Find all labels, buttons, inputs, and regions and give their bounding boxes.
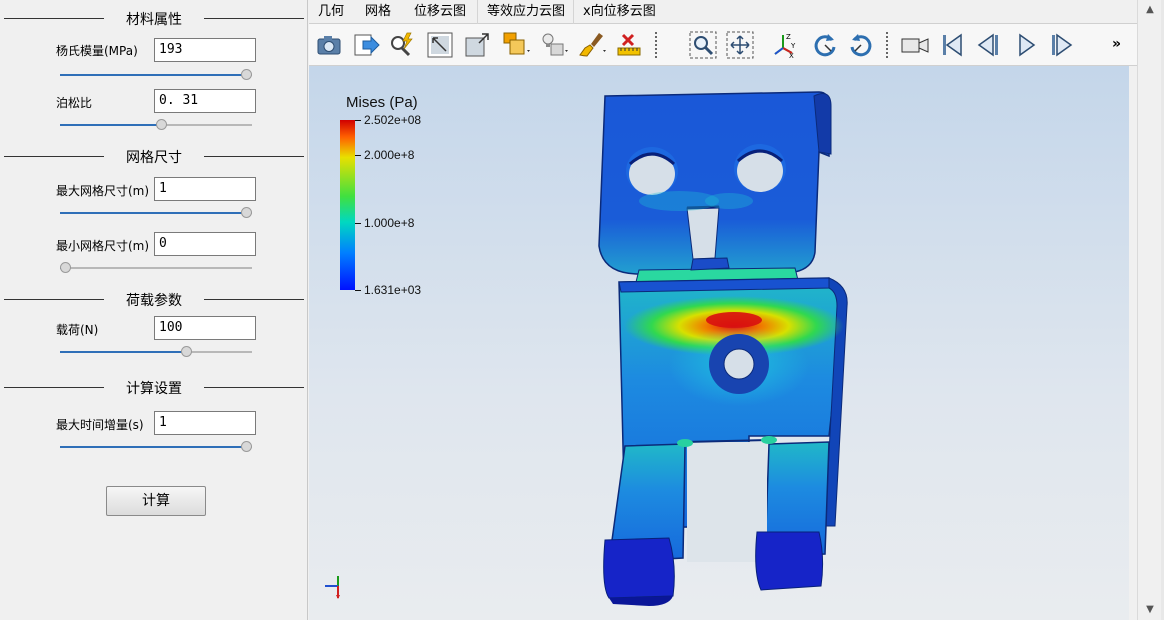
legend-color-bar — [340, 120, 355, 290]
legend-tick-label-max: 2.502e+08 — [364, 113, 422, 127]
first-frame-icon[interactable] — [937, 30, 967, 60]
legend-tick-label-2e8: 2.000e+8 — [364, 148, 415, 162]
legend-tick — [355, 290, 361, 291]
svg-text:Z: Z — [786, 33, 791, 41]
svg-text:Y: Y — [790, 42, 796, 50]
slider-handle[interactable] — [241, 69, 252, 80]
rotate-cw-icon[interactable] — [810, 30, 840, 60]
load-slider[interactable] — [60, 346, 252, 358]
tab-mesh[interactable]: 网格 — [356, 0, 400, 24]
max-time-increment-input[interactable]: 1 — [154, 411, 256, 435]
rotate-ccw-icon[interactable] — [846, 30, 876, 60]
group-material: 材料属性 — [4, 9, 304, 29]
youngs-modulus-label: 杨氏模量(MPa) — [56, 44, 138, 58]
tab-equivalent-stress[interactable]: 等效应力云图 — [477, 0, 574, 24]
scroll-down-arrow[interactable]: ▼ — [1144, 604, 1156, 616]
youngs-modulus-slider[interactable] — [60, 69, 252, 81]
svg-text:X: X — [789, 52, 794, 60]
tab-displacement[interactable]: 位移云图 — [405, 0, 475, 24]
tab-geometry[interactable]: 几何 — [309, 0, 353, 24]
min-mesh-size-slider[interactable] — [60, 262, 252, 274]
vertical-scrollbar[interactable]: ▲ ▼ — [1137, 0, 1161, 620]
slider-handle[interactable] — [241, 207, 252, 218]
3d-viewport[interactable]: Mises (Pa) 2.502e+08 2.000e+8 1.000e+8 1… — [309, 66, 1129, 620]
axis-triad-icon — [325, 576, 340, 599]
prev-frame-icon[interactable] — [973, 30, 1003, 60]
brush-icon[interactable] — [577, 30, 607, 60]
max-mesh-size-slider[interactable] — [60, 207, 252, 219]
min-mesh-size-label: 最小网格尺寸(m) — [56, 239, 150, 253]
slider-handle[interactable] — [60, 262, 71, 273]
legend-tick — [355, 120, 361, 121]
legend-tick-label-1e8: 1.000e+8 — [364, 216, 415, 230]
toolbar-separator — [655, 32, 657, 58]
play-icon[interactable] — [1011, 30, 1041, 60]
scroll-up-arrow[interactable]: ▲ — [1144, 4, 1156, 16]
poisson-ratio-slider[interactable] — [60, 119, 252, 131]
export-arrow-icon[interactable] — [351, 30, 381, 60]
maximize-icon[interactable] — [462, 30, 492, 60]
legend-tick-label-min: 1.631e+03 — [364, 283, 422, 297]
toolbar-separator — [886, 32, 888, 58]
group-title-material: 材料属性 — [120, 12, 188, 28]
max-time-increment-label: 最大时间增量(s) — [56, 418, 144, 432]
box-select-icon[interactable] — [501, 30, 531, 60]
poisson-ratio-input[interactable]: 0. 31 — [154, 89, 256, 113]
stress-contour-model — [598, 91, 848, 606]
ruler-icon[interactable] — [615, 30, 645, 60]
view-toolbar: ZYX » — [309, 24, 1137, 66]
slider-handle[interactable] — [181, 346, 193, 357]
poisson-ratio-label: 泊松比 — [56, 96, 93, 110]
group-title-compute: 计算设置 — [120, 381, 188, 397]
next-frame-icon[interactable] — [1047, 30, 1077, 60]
min-mesh-size-input[interactable]: 0 — [154, 232, 256, 256]
tab-x-displacement[interactable]: x向位移云图 — [573, 0, 665, 24]
max-mesh-size-label: 最大网格尺寸(m) — [56, 184, 150, 198]
parameter-panel: 材料属性 杨氏模量(MPa) 193 泊松比 0. 31 网格尺寸 最大网格尺寸… — [0, 0, 308, 620]
result-tabs: 几何 网格 位移云图 等效应力云图 x向位移云图 — [309, 0, 1137, 24]
light-bulb-icon[interactable] — [539, 30, 569, 60]
youngs-modulus-input[interactable]: 193 — [154, 38, 256, 62]
calculate-button[interactable]: 计算 — [106, 486, 206, 516]
group-load: 荷载参数 — [4, 290, 304, 310]
load-label: 载荷(N) — [56, 323, 99, 337]
legend-tick — [355, 155, 361, 156]
camera-icon[interactable] — [314, 30, 344, 60]
legend-title: Mises (Pa) — [346, 94, 418, 111]
load-input[interactable]: 100 — [154, 316, 256, 340]
legend-tick — [355, 223, 361, 224]
max-time-increment-slider[interactable] — [60, 441, 252, 453]
toolbar-overflow-button[interactable]: » — [1112, 36, 1121, 52]
max-mesh-size-input[interactable]: 1 — [154, 177, 256, 201]
group-mesh: 网格尺寸 — [4, 147, 304, 167]
zoom-box-icon[interactable] — [688, 30, 718, 60]
move-icon[interactable] — [725, 30, 755, 60]
video-camera-icon[interactable] — [900, 30, 930, 60]
group-title-mesh: 网格尺寸 — [120, 150, 188, 166]
slider-handle[interactable] — [155, 119, 167, 130]
fit-window-icon[interactable] — [425, 30, 455, 60]
axis-orient-icon[interactable]: ZYX — [771, 30, 801, 60]
slider-handle[interactable] — [241, 441, 252, 452]
group-title-load: 荷载参数 — [120, 293, 188, 309]
group-compute: 计算设置 — [4, 378, 304, 398]
zoom-lightning-icon[interactable] — [387, 30, 417, 60]
